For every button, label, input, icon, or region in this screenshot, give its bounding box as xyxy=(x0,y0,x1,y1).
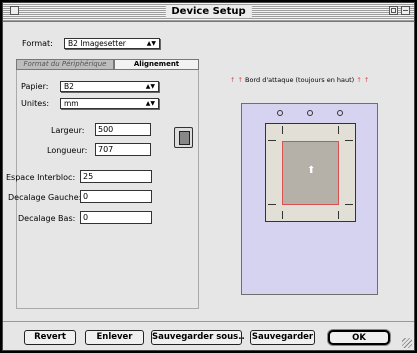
largeur-label: Largeur: xyxy=(51,126,85,135)
popup-arrows-icon: ▲▼ xyxy=(145,83,155,90)
tab-bar: Format du Périphérique Alignement xyxy=(16,59,199,70)
up-arrow-icon: ↑ ↑ xyxy=(230,76,243,84)
tab-format-peripherique[interactable]: Format du Périphérique xyxy=(16,59,114,70)
device-setup-window: Device Setup Format: B2 Imagesetter ▲▼ F… xyxy=(2,2,415,351)
format-popup[interactable]: B2 Imagesetter ▲▼ xyxy=(64,38,160,49)
crop-mark xyxy=(345,140,353,141)
decalage-bas-field[interactable]: 0 xyxy=(80,211,152,224)
leading-edge-banner: ↑ ↑ Bord d'attaque (toujours en haut) ↑ … xyxy=(230,76,369,85)
revert-button[interactable]: Revert xyxy=(24,330,76,345)
sauvegarder-button[interactable]: Sauvegarder xyxy=(250,330,315,345)
decalage-bas-label: Decalage Bas: xyxy=(18,214,76,223)
crop-mark xyxy=(282,211,283,219)
espace-interbloc-field[interactable]: 25 xyxy=(80,170,152,183)
up-arrow-icon: ↑ ↑ xyxy=(356,76,370,84)
largeur-field[interactable]: 500 xyxy=(95,123,151,136)
decalage-gauche-label: Decalage Gauche: xyxy=(8,193,82,202)
crop-mark xyxy=(268,140,276,141)
tab-alignement[interactable]: Alignement xyxy=(114,59,199,70)
enlever-button[interactable]: Enlever xyxy=(85,330,144,345)
popup-arrows-icon: ▲▼ xyxy=(145,100,155,107)
papier-value: B2 xyxy=(64,82,74,91)
page-preview: ⬆ xyxy=(241,103,378,295)
decalage-gauche-field[interactable]: 0 xyxy=(80,190,152,203)
crop-mark xyxy=(345,204,353,205)
image-area: ⬆ xyxy=(282,141,339,205)
rotate-page-button[interactable] xyxy=(174,127,193,148)
crop-mark xyxy=(338,211,339,219)
papier-popup[interactable]: B2 ▲▼ xyxy=(60,81,159,92)
up-arrow-icon: ⬆ xyxy=(307,165,316,176)
zoom-box-icon[interactable] xyxy=(389,6,398,15)
crop-mark xyxy=(268,204,276,205)
punch-hole-icon xyxy=(337,110,343,116)
punch-hole-icon xyxy=(277,110,283,116)
format-label: Format: xyxy=(22,39,53,48)
button-bar: Revert Enlever Sauvegarder sous.. Sauveg… xyxy=(3,321,414,351)
punch-hole-icon xyxy=(307,110,313,116)
unites-label: Unites: xyxy=(21,99,50,108)
crop-mark xyxy=(282,126,283,134)
unites-value: mm xyxy=(64,99,79,108)
papier-label: Papier: xyxy=(21,82,49,91)
resize-grip-icon[interactable] xyxy=(402,338,412,348)
popup-arrows-icon: ▲▼ xyxy=(146,40,156,47)
espace-interbloc-label: Espace Interbloc: xyxy=(6,173,76,182)
ok-button[interactable]: OK xyxy=(328,330,390,345)
title-bar[interactable]: Device Setup xyxy=(3,3,414,22)
sauvegarder-sous-button[interactable]: Sauvegarder sous.. xyxy=(151,330,245,345)
close-box-icon[interactable] xyxy=(10,6,19,15)
longueur-field[interactable]: 707 xyxy=(95,143,151,156)
crop-mark xyxy=(338,126,339,134)
leading-edge-label: Bord d'attaque (toujours en haut) xyxy=(245,76,355,84)
longueur-label: Longueur: xyxy=(47,146,88,155)
paper-sheet: ⬆ xyxy=(265,123,356,222)
format-value: B2 Imagesetter xyxy=(68,39,126,48)
unites-popup[interactable]: mm ▲▼ xyxy=(60,98,159,109)
collapse-box-icon[interactable] xyxy=(401,6,410,15)
window-title: Device Setup xyxy=(165,5,252,18)
